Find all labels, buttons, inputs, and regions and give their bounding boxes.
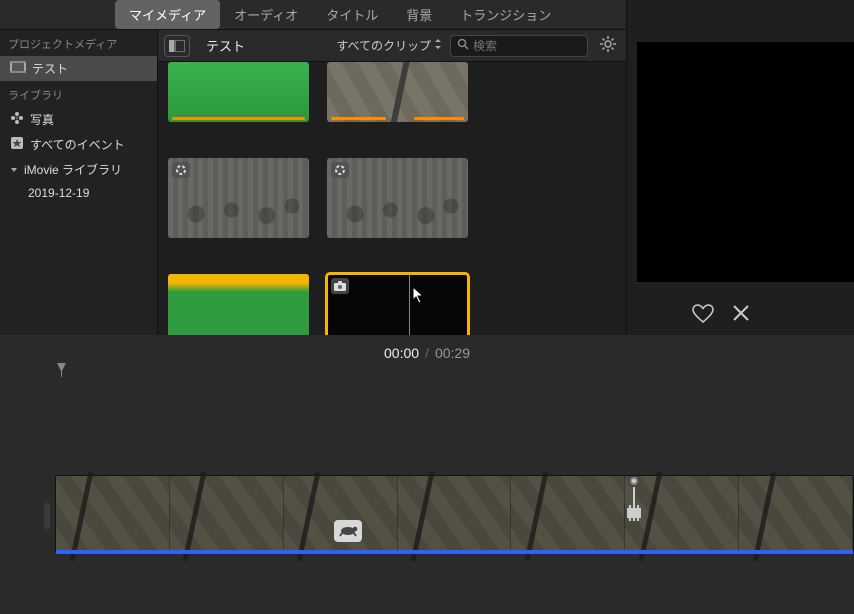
browser-toolbar: テスト すべてのクリップ — [158, 30, 626, 62]
viewer-panel — [626, 0, 854, 335]
clip-filter-dropdown[interactable]: すべてのクリップ — [336, 37, 442, 54]
cursor-icon — [412, 286, 426, 304]
timeline-audio-lane — [56, 550, 853, 554]
viewer-screen[interactable] — [637, 42, 854, 282]
timeline-clip[interactable] — [56, 476, 853, 552]
sidebar-item-photos[interactable]: 写真 — [0, 107, 157, 132]
clip-photo-black[interactable] — [327, 274, 468, 335]
total-time: 00:29 — [435, 345, 470, 361]
settings-button[interactable] — [596, 34, 620, 58]
sidebar-item-imovie-library[interactable]: iMovie ライブラリ — [0, 157, 157, 182]
tab-my-media[interactable]: マイメディア — [115, 0, 220, 29]
filmstrip-icon — [10, 61, 26, 76]
camera-icon — [331, 278, 349, 294]
track-resize-handle[interactable] — [44, 503, 50, 529]
media-browser — [158, 62, 628, 335]
sidebar-item-all-events[interactable]: すべてのイベント — [0, 132, 157, 157]
browser-title: テスト — [206, 36, 245, 55]
flower-icon — [10, 111, 24, 128]
clip-playhead — [409, 274, 410, 335]
viewer-controls — [627, 304, 854, 327]
clip-audio-1[interactable] — [168, 62, 309, 122]
layout-toggle-button[interactable] — [164, 35, 190, 57]
sidebar-item-event-date[interactable]: 2019-12-19 — [0, 182, 157, 204]
reject-button[interactable] — [732, 304, 750, 327]
sidebar-item-label: 写真 — [30, 111, 54, 128]
timeline-video-track[interactable] — [55, 475, 854, 553]
star-icon — [10, 136, 24, 153]
clip-video-tiles[interactable] — [327, 62, 468, 122]
sidebar-header-project-media: プロジェクトメディア — [0, 30, 157, 56]
search-box[interactable] — [450, 35, 588, 57]
freeze-frame-marker[interactable] — [627, 477, 641, 521]
tab-audio[interactable]: オーディオ — [220, 0, 312, 29]
tab-backgrounds[interactable]: 背景 — [392, 0, 446, 29]
sidebar-item-label: 2019-12-19 — [28, 186, 89, 200]
filter-label: すべてのクリップ — [336, 37, 431, 54]
sidebar-item-label: テスト — [32, 60, 68, 77]
loading-icon — [172, 162, 190, 178]
sidebar-header-library: ライブラリ — [0, 81, 157, 107]
sidebar: プロジェクトメディア テスト ライブラリ 写真 すべてのイベント iMovie … — [0, 30, 158, 335]
search-input[interactable] — [473, 39, 581, 53]
tab-transitions[interactable]: トランジション — [446, 0, 565, 29]
clip-audio-2[interactable] — [168, 274, 309, 335]
turtle-icon — [338, 523, 358, 540]
favorite-button[interactable] — [692, 304, 714, 327]
timeline-panel: 00:00 / 00:29 — [0, 335, 854, 614]
gear-icon — [599, 35, 617, 56]
sidebar-item-label: すべてのイベント — [30, 136, 125, 153]
sidebar-item-project[interactable]: テスト — [0, 56, 157, 81]
search-icon — [457, 38, 469, 53]
timeline-ruler[interactable] — [0, 367, 854, 381]
clip-video-crowd-1[interactable] — [168, 158, 309, 238]
loading-icon — [331, 162, 349, 178]
tab-titles[interactable]: タイトル — [312, 0, 392, 29]
current-time: 00:00 — [384, 345, 419, 361]
time-separator: / — [425, 345, 429, 361]
sidebar-item-label: iMovie ライブラリ — [24, 161, 122, 178]
clip-video-crowd-2[interactable] — [327, 158, 468, 238]
slow-motion-badge[interactable] — [334, 520, 362, 542]
playhead-indicator[interactable] — [61, 367, 62, 377]
chevron-down-icon — [10, 163, 18, 177]
time-readout: 00:00 / 00:29 — [384, 345, 470, 361]
media-grid — [168, 62, 618, 335]
updown-arrows-icon — [434, 38, 442, 53]
